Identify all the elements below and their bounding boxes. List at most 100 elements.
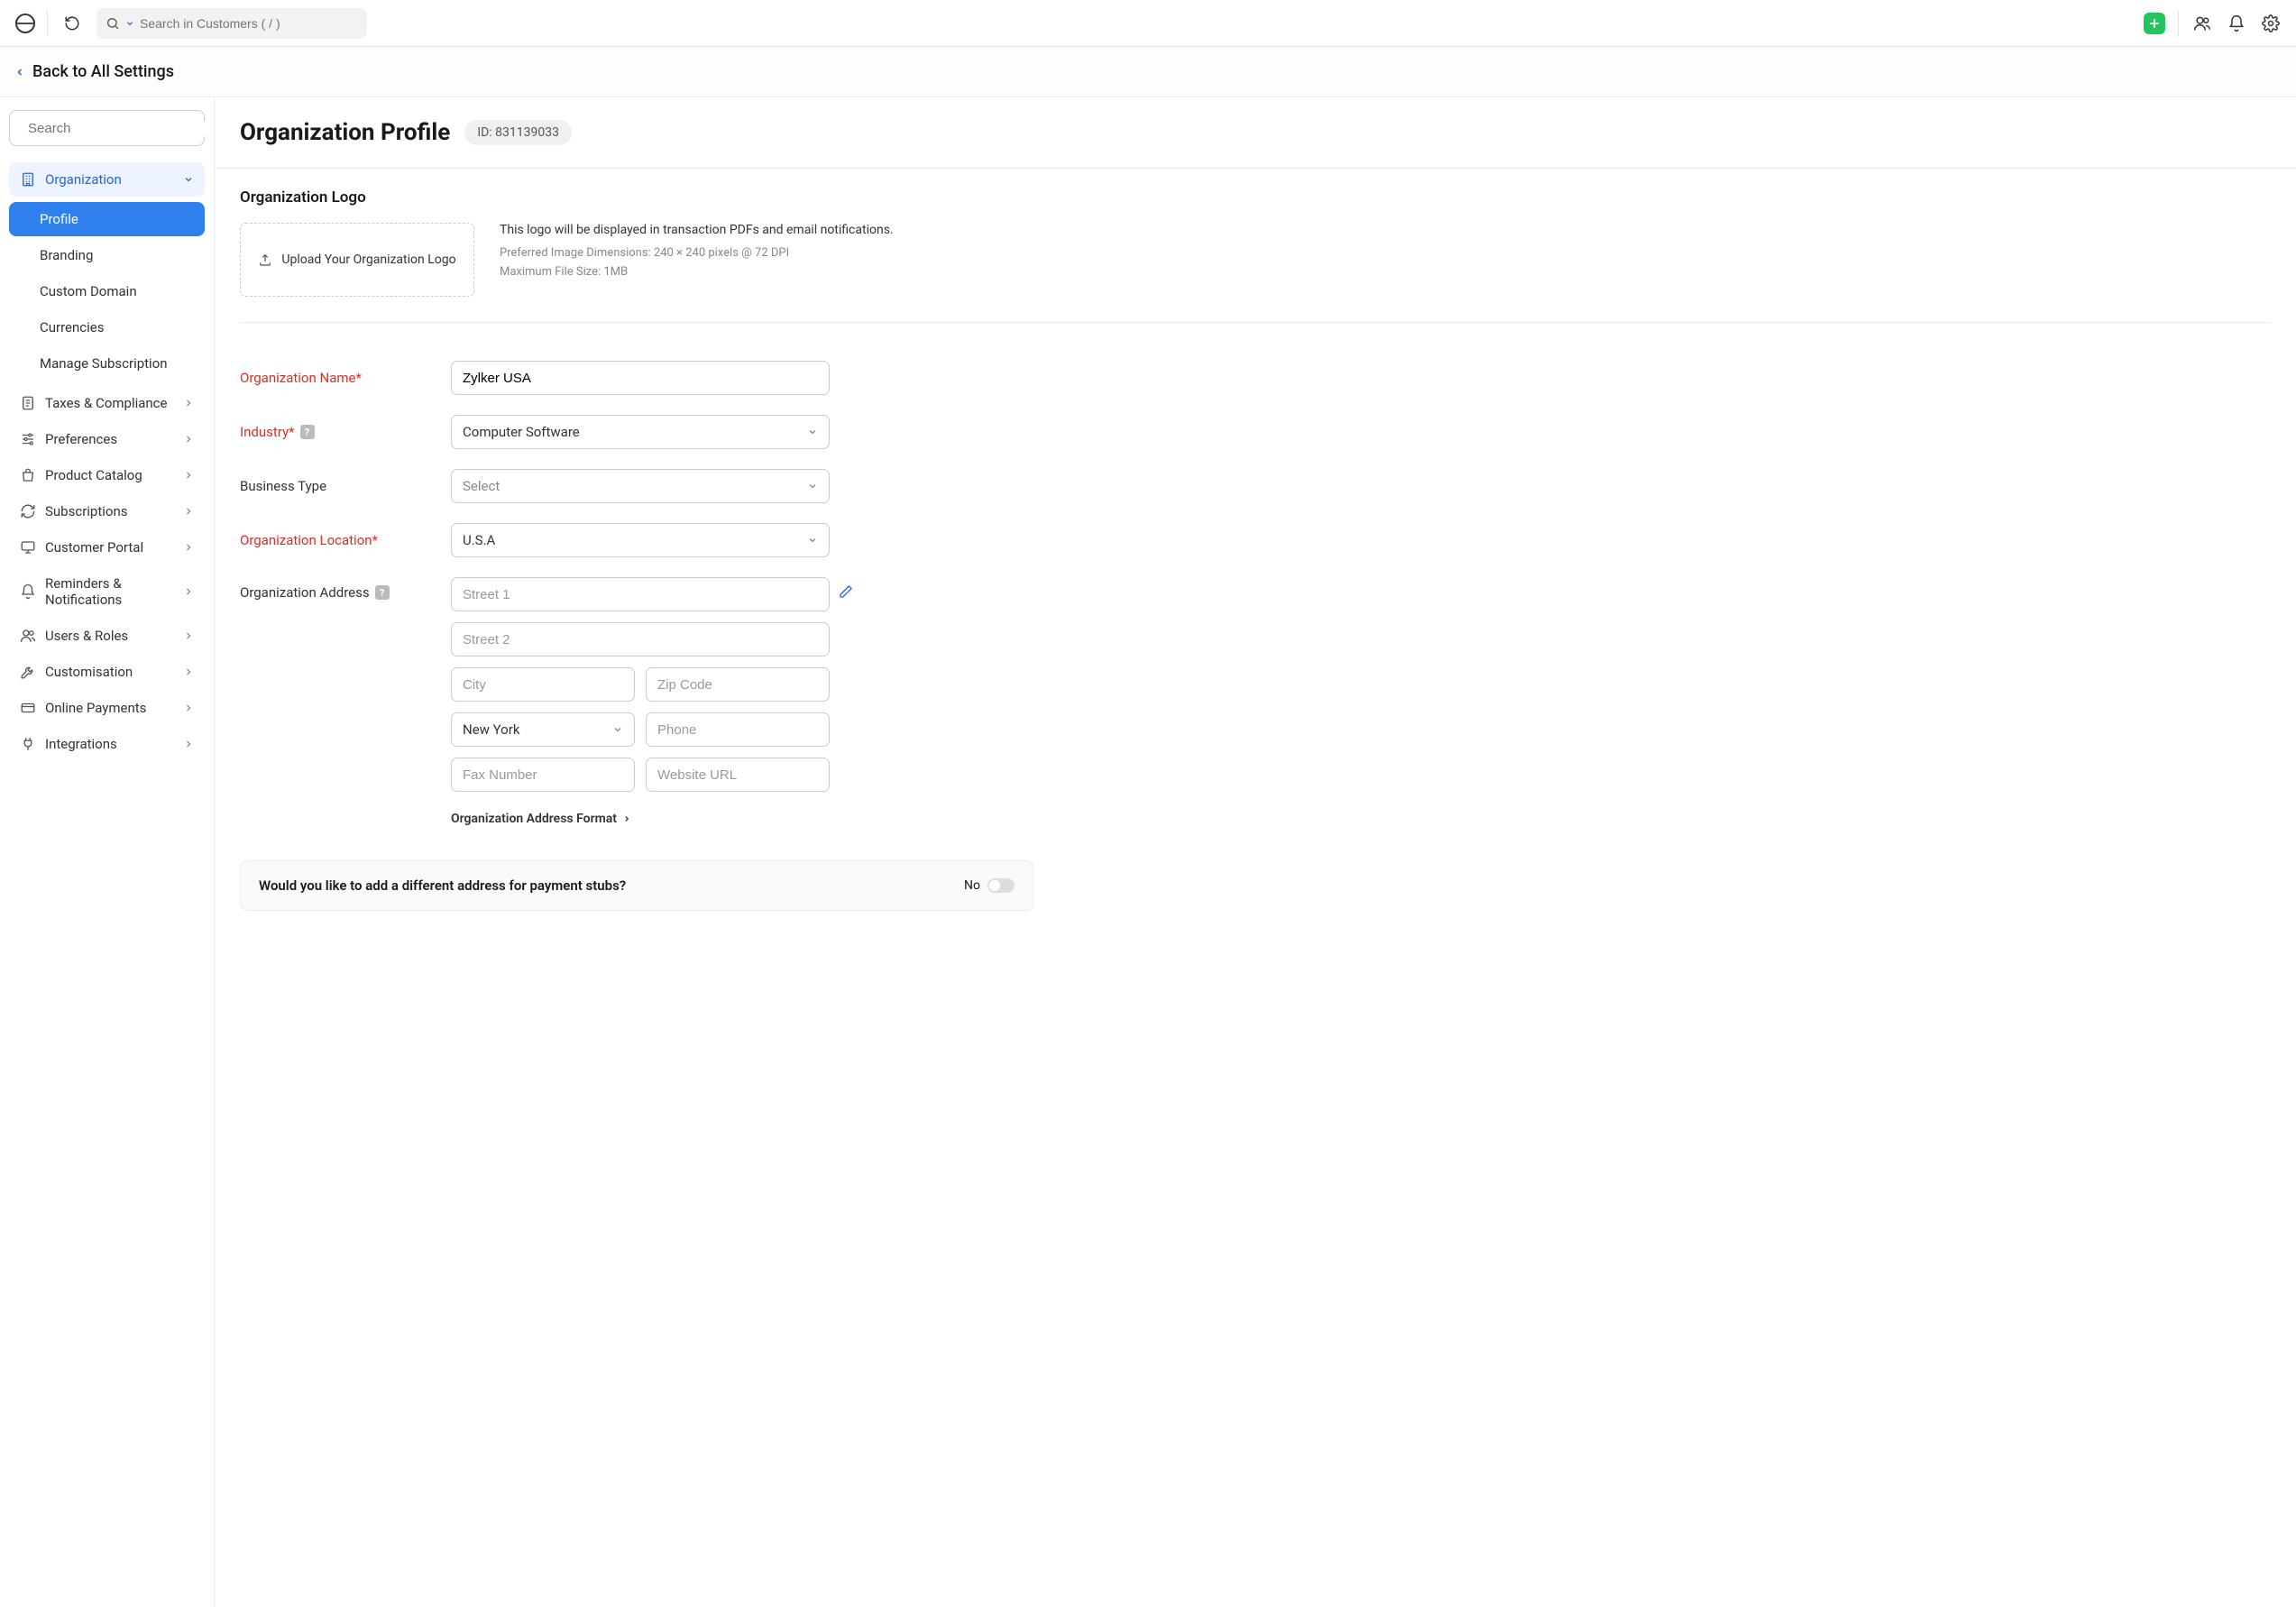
- refresh-icon: [20, 503, 36, 519]
- app-logo[interactable]: [14, 13, 36, 34]
- sidebar-search[interactable]: [9, 110, 205, 146]
- monitor-icon: [20, 539, 36, 556]
- nav-label: Subscriptions: [45, 503, 127, 519]
- chevron-right-icon: [183, 630, 194, 641]
- chevron-down-icon: [807, 427, 818, 437]
- global-search-input[interactable]: [140, 16, 358, 31]
- divider: [2178, 11, 2179, 36]
- logo-section: Organization Logo Upload Your Organizati…: [215, 169, 2296, 343]
- help-icon[interactable]: ?: [375, 585, 390, 600]
- zip-input[interactable]: [646, 667, 830, 702]
- back-to-settings-link[interactable]: Back to All Settings: [14, 62, 174, 81]
- subnav-custom-domain[interactable]: Custom Domain: [9, 274, 205, 308]
- card-icon: [20, 700, 36, 716]
- receipt-icon: [20, 395, 36, 411]
- page-title: Organization Profile: [240, 119, 450, 146]
- nav-taxes[interactable]: Taxes & Compliance: [9, 386, 205, 420]
- nav-label: Reminders & Notifications: [45, 575, 174, 608]
- help-icon[interactable]: ?: [300, 425, 315, 439]
- edit-address-icon[interactable]: [839, 584, 853, 599]
- org-id-badge: ID: 831139033: [464, 120, 572, 145]
- nav-reminders[interactable]: Reminders & Notifications: [9, 566, 205, 617]
- subnav-profile[interactable]: Profile: [9, 202, 205, 236]
- refresh-button[interactable]: [59, 10, 86, 37]
- bell-icon[interactable]: [2226, 13, 2247, 34]
- biz-type-select[interactable]: Select: [451, 469, 830, 503]
- logo-hint-size: Maximum File Size: 1MB: [500, 263, 2271, 282]
- upload-label: Upload Your Organization Logo: [281, 253, 455, 267]
- nav-label: Integrations: [45, 736, 117, 752]
- nav-label: Product Catalog: [45, 467, 142, 483]
- nav-users-roles[interactable]: Users & Roles: [9, 619, 205, 653]
- settings-sidebar: Organization Profile Branding Custom Dom…: [0, 97, 215, 1607]
- chevron-down-icon: [612, 724, 623, 735]
- org-name-label: Organization Name*: [240, 370, 436, 386]
- upload-logo-button[interactable]: Upload Your Organization Logo: [240, 223, 474, 297]
- nav-label: Taxes & Compliance: [45, 395, 167, 411]
- wrench-icon: [20, 664, 36, 680]
- street1-input[interactable]: [451, 577, 830, 611]
- nav-label: Organization: [45, 171, 122, 188]
- add-button[interactable]: [2144, 13, 2165, 34]
- chevron-right-icon: [183, 470, 194, 481]
- nav-subscriptions[interactable]: Subscriptions: [9, 494, 205, 528]
- nav-product-catalog[interactable]: Product Catalog: [9, 458, 205, 492]
- nav-preferences[interactable]: Preferences: [9, 422, 205, 456]
- chevron-right-icon: [183, 434, 194, 445]
- industry-select[interactable]: Computer Software: [451, 415, 830, 449]
- nav-label: Users & Roles: [45, 628, 128, 644]
- organization-subitems: Profile Branding Custom Domain Currencie…: [9, 202, 205, 381]
- phone-input[interactable]: [646, 712, 830, 747]
- global-search[interactable]: [96, 8, 367, 39]
- chevron-right-icon: [183, 666, 194, 677]
- breadcrumb-bar: Back to All Settings: [0, 47, 2296, 97]
- subnav-currencies[interactable]: Currencies: [9, 310, 205, 344]
- chevron-right-icon: [183, 586, 194, 597]
- gear-icon[interactable]: [2260, 13, 2282, 34]
- org-location-value: U.S.A: [463, 532, 495, 548]
- city-input[interactable]: [451, 667, 635, 702]
- users-icon: [20, 628, 36, 644]
- subnav-manage-subscription[interactable]: Manage Subscription: [9, 346, 205, 381]
- divider: [47, 11, 48, 36]
- nav-label: Customisation: [45, 664, 133, 680]
- profile-form: Organization Name* Industry* ? Computer …: [215, 343, 1080, 844]
- nav-customisation[interactable]: Customisation: [9, 655, 205, 689]
- chevron-down-icon: [125, 19, 134, 28]
- state-value: New York: [463, 721, 519, 738]
- nav-online-payments[interactable]: Online Payments: [9, 691, 205, 725]
- stub-toggle[interactable]: [987, 878, 1015, 893]
- street2-input[interactable]: [451, 622, 830, 657]
- nav-customer-portal[interactable]: Customer Portal: [9, 530, 205, 565]
- logo-desc: This logo will be displayed in transacti…: [500, 223, 2271, 237]
- payment-stub-box: Would you like to add a different addres…: [240, 860, 1033, 911]
- users-icon[interactable]: [2191, 13, 2213, 34]
- sidebar-search-input[interactable]: [28, 121, 207, 136]
- subnav-branding[interactable]: Branding: [9, 238, 205, 272]
- building-icon: [20, 171, 36, 188]
- chevron-right-icon: [622, 814, 631, 823]
- biz-type-label: Business Type: [240, 478, 436, 494]
- chevron-down-icon: [807, 481, 818, 491]
- nav-integrations[interactable]: Integrations: [9, 727, 205, 761]
- chevron-left-icon: [14, 67, 25, 78]
- bag-icon: [20, 467, 36, 483]
- main-content: Organization Profile ID: 831139033 Organ…: [215, 97, 2296, 1607]
- org-name-input[interactable]: [451, 361, 830, 395]
- topbar: [0, 0, 2296, 47]
- address-format-link[interactable]: Organization Address Format: [451, 812, 1055, 826]
- back-label: Back to All Settings: [32, 62, 174, 81]
- org-location-select[interactable]: U.S.A: [451, 523, 830, 557]
- state-select[interactable]: New York: [451, 712, 635, 747]
- logo-hint-dimensions: Preferred Image Dimensions: 240 × 240 pi…: [500, 244, 2271, 263]
- plug-icon: [20, 736, 36, 752]
- website-input[interactable]: [646, 758, 830, 792]
- fax-input[interactable]: [451, 758, 635, 792]
- address-grid: New York: [451, 577, 830, 792]
- chevron-right-icon: [183, 506, 194, 517]
- toggle-label: No: [964, 878, 980, 893]
- nav-organization[interactable]: Organization: [9, 162, 205, 197]
- org-address-label: Organization Address ?: [240, 577, 436, 601]
- upload-icon: [258, 253, 272, 267]
- industry-value: Computer Software: [463, 424, 580, 440]
